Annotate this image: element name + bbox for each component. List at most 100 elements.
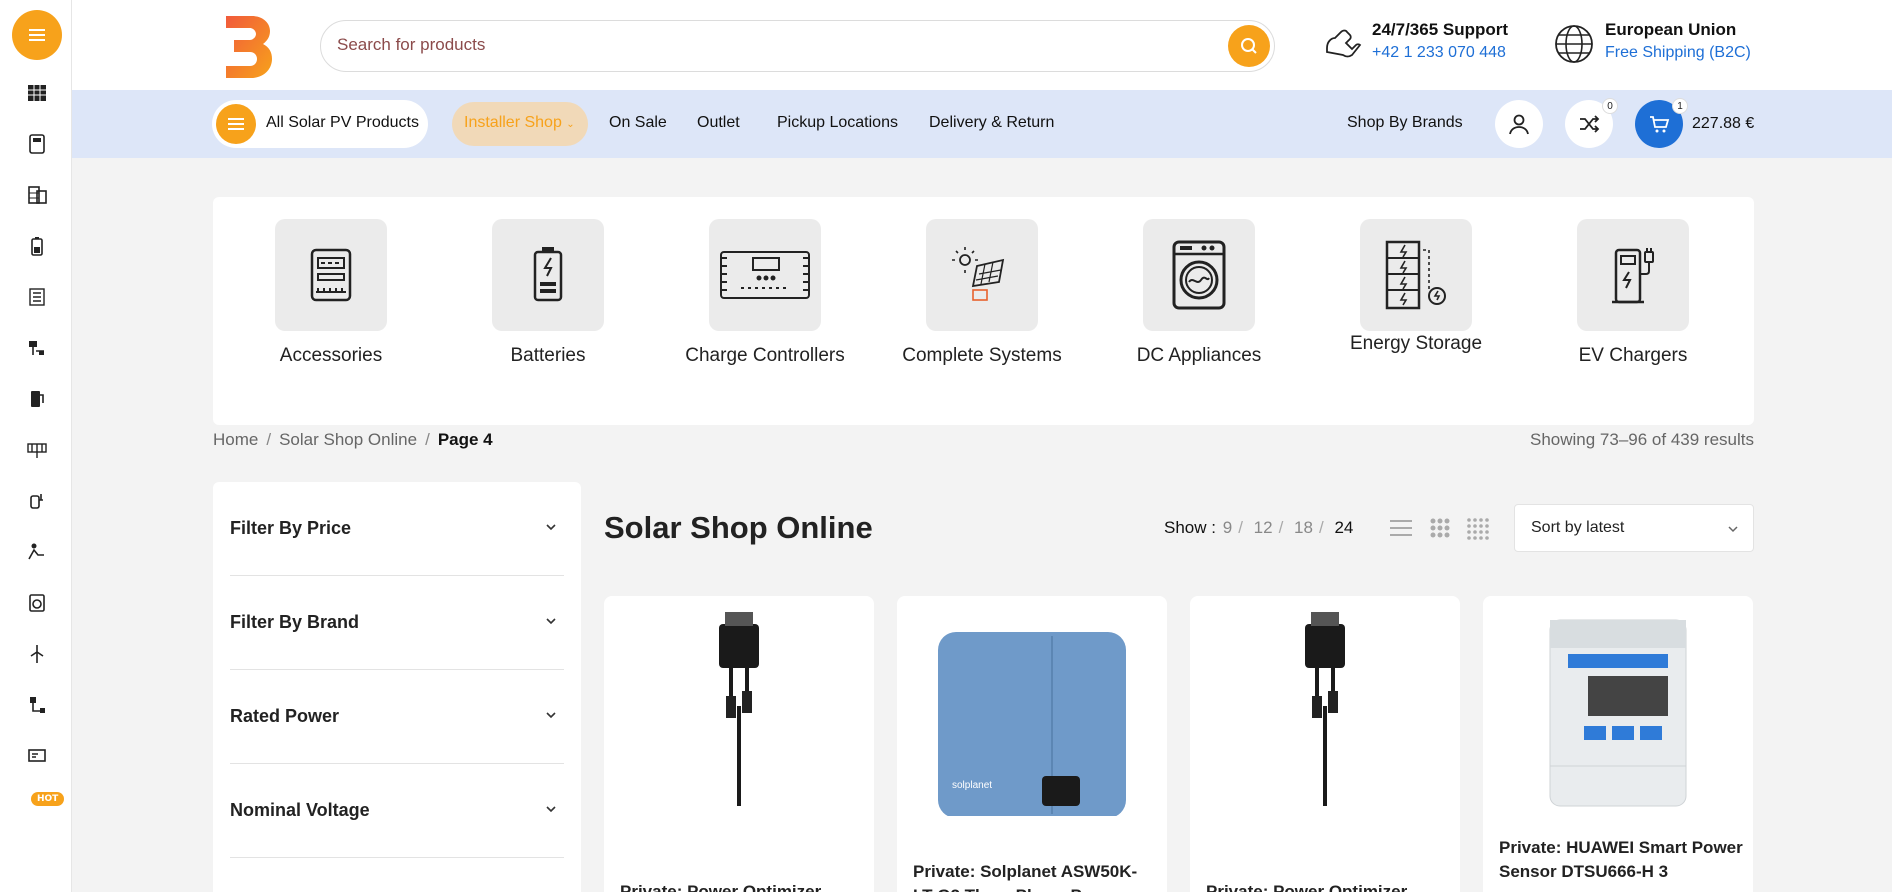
filter-price[interactable]: Filter By Price (230, 482, 564, 576)
installer-icon[interactable] (24, 539, 50, 565)
ev-charger-icon[interactable] (24, 386, 50, 412)
category-strip: Accessories Batteries Charge Controllers… (213, 197, 1754, 425)
breadcrumb: Home / Solar Shop Online / Page 4 (213, 430, 493, 449)
filter-title: Nominal Voltage (230, 800, 370, 820)
grid-4-view-icon[interactable] (1466, 516, 1492, 540)
controller-icon[interactable] (24, 284, 50, 310)
energy-storage-icon (1385, 240, 1446, 310)
battery-icon (533, 247, 563, 302)
shuffle-icon (1580, 115, 1600, 133)
region-subtitle[interactable]: Free Shipping (B2C) (1605, 44, 1751, 62)
show-label: Show : (1164, 518, 1216, 537)
account-button[interactable] (1495, 100, 1543, 148)
search-icon (1241, 38, 1257, 54)
product-image[interactable] (1483, 616, 1753, 816)
category-batteries[interactable]: Batteries (448, 219, 648, 367)
hamburger-icon (216, 104, 256, 144)
product-image[interactable] (1190, 606, 1460, 816)
search-input[interactable] (337, 35, 1137, 55)
solar-system-icon (952, 247, 1005, 301)
menu-icon[interactable] (12, 10, 62, 60)
grid-2-view-icon[interactable] (1427, 516, 1453, 540)
installer-shop-button[interactable]: Installer Shop ⌄ (452, 102, 588, 146)
product-image[interactable] (604, 606, 874, 816)
per-page-option-24[interactable]: 24 (1334, 518, 1353, 537)
installer-shop-label: Installer Shop (464, 114, 562, 131)
globe-icon (1555, 25, 1593, 63)
wind-turbine-icon[interactable] (24, 641, 50, 667)
cable-icon[interactable] (24, 692, 50, 718)
category-label: EV Chargers (1578, 345, 1688, 366)
chevron-down-icon (1728, 526, 1738, 533)
nav-link-pickup-locations[interactable]: Pickup Locations (777, 114, 898, 132)
product-card[interactable]: solplanet Private: Solplanet ASW50K-LT-G… (897, 596, 1167, 892)
filter-title: Rated Power (230, 706, 340, 726)
washer-icon[interactable] (24, 590, 50, 616)
results-count: Showing 73–96 of 439 results (1530, 430, 1754, 449)
compare-count-badge: 0 (1602, 98, 1618, 114)
per-page-option-18[interactable]: 18 (1294, 518, 1313, 537)
nav-link-on-sale[interactable]: On Sale (609, 114, 667, 132)
filter-sidebar: Filter By Price Filter By Brand Rated Po… (213, 482, 581, 892)
support-title: 24/7/365 Support (1372, 20, 1509, 39)
per-page-option-12[interactable]: 12 (1254, 518, 1273, 537)
phone-support-icon (1326, 29, 1362, 58)
all-products-button[interactable]: All Solar PV Products (212, 100, 428, 148)
meter-icon[interactable] (24, 131, 50, 157)
nav-link-delivery-return[interactable]: Delivery & Return (929, 114, 1054, 132)
chevron-down-icon: ⌄ (566, 119, 575, 130)
category-label: Energy Storage (1349, 333, 1483, 354)
category-ev-chargers[interactable]: EV Chargers (1533, 219, 1733, 367)
product-name[interactable]: Private: HUAWEI Smart Power Sensor DTSU6… (1499, 836, 1745, 884)
chevron-down-icon (546, 712, 556, 719)
filter-nominal-voltage[interactable]: Nominal Voltage (230, 764, 564, 858)
cart-icon (1650, 116, 1670, 133)
support-phone[interactable]: +42 1 233 070 448 (1372, 44, 1508, 62)
filter-title: Filter By Brand (230, 612, 360, 632)
inverter-icon[interactable] (24, 743, 50, 769)
category-accessories[interactable]: Accessories (231, 219, 431, 367)
filter-brand[interactable]: Filter By Brand (230, 576, 564, 670)
battery-icon[interactable] (24, 233, 50, 259)
filter-rated-power[interactable]: Rated Power (230, 670, 564, 764)
category-complete-systems[interactable]: Complete Systems (882, 219, 1082, 367)
panels-icon[interactable] (24, 182, 50, 208)
product-name[interactable]: Private: Solplanet ASW50K-LT-G2 Three Ph… (913, 860, 1159, 892)
category-dc-appliances[interactable]: DC Appliances (1099, 219, 1299, 367)
product-card[interactable]: Private: HUAWEI Smart Power Sensor DTSU6… (1483, 596, 1753, 892)
sort-dropdown[interactable]: Sort by latest (1514, 504, 1754, 552)
breadcrumb-current: Page 4 (437, 430, 493, 449)
product-name[interactable]: Private: Power Optimizer (1206, 880, 1452, 892)
meter-icon (310, 248, 352, 302)
region-info[interactable]: European Union Free Shipping (B2C) (1605, 20, 1751, 62)
mount-icon[interactable] (24, 335, 50, 361)
chevron-down-icon (546, 524, 556, 531)
shop-by-brands-link[interactable]: Shop By Brands (1347, 114, 1463, 132)
washing-machine-icon (1172, 240, 1226, 310)
per-page-option-9[interactable]: 9 (1223, 518, 1232, 537)
list-view-icon[interactable] (1388, 516, 1414, 540)
hot-badge[interactable]: HOT (31, 792, 65, 806)
cart-total[interactable]: 227.88 € (1692, 115, 1754, 133)
main-nav: All Solar PV Products Installer Shop ⌄ O… (72, 90, 1892, 158)
support-info[interactable]: 24/7/365 Support +42 1 233 070 448 (1372, 20, 1508, 62)
search-button[interactable] (1228, 25, 1270, 67)
nav-link-outlet[interactable]: Outlet (697, 114, 740, 132)
solar-panel-icon[interactable] (24, 80, 50, 106)
category-energy-storage[interactable]: Energy Storage (1316, 219, 1516, 355)
product-card[interactable]: Private: Power Optimizer (1190, 596, 1460, 892)
chevron-down-icon (546, 618, 556, 625)
product-name[interactable]: Private: Power Optimizer (620, 880, 866, 892)
breadcrumb-home[interactable]: Home (213, 430, 258, 449)
plug-icon[interactable] (24, 488, 50, 514)
breadcrumb-shop[interactable]: Solar Shop Online (279, 430, 417, 449)
chevron-down-icon (546, 806, 556, 813)
brand-logo[interactable] (222, 14, 274, 80)
product-image[interactable]: solplanet (897, 606, 1167, 816)
all-products-label: All Solar PV Products (266, 114, 419, 131)
category-charge-controllers[interactable]: Charge Controllers (665, 219, 865, 367)
category-label: Charge Controllers (685, 345, 845, 366)
product-card[interactable]: Private: Power Optimizer (604, 596, 874, 892)
solar-array-icon[interactable] (24, 437, 50, 463)
charge-controller-icon (720, 251, 810, 299)
